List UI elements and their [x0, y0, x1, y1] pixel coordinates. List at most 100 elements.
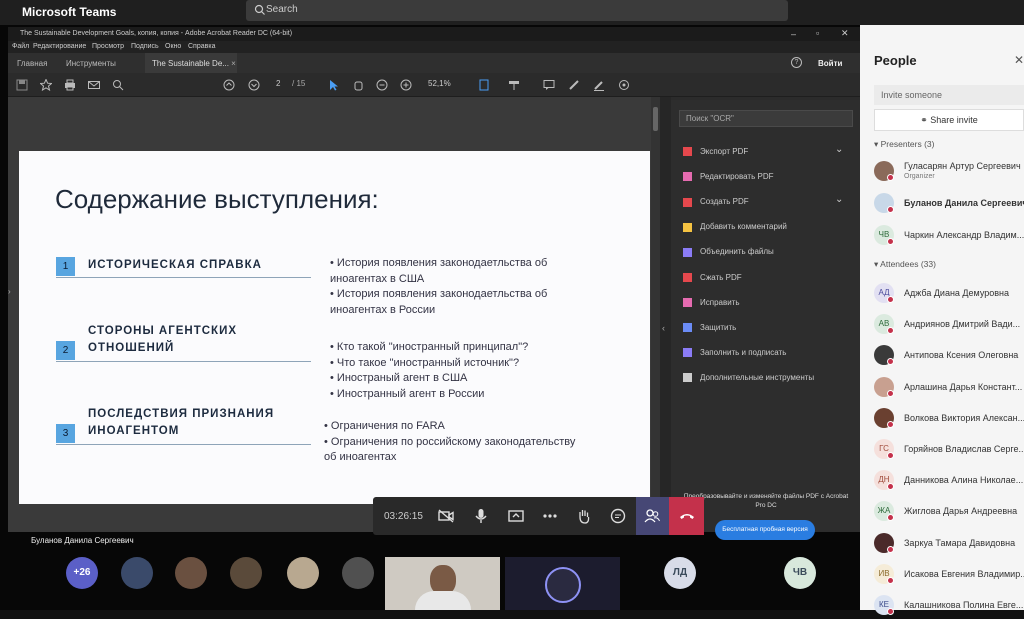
help-icon[interactable]: ?	[791, 57, 802, 68]
participant-row[interactable]: Волкова Виктория Алексан...	[874, 407, 1024, 432]
participant-row[interactable]: АВ Андриянов Дмитрий Вади...	[874, 314, 1024, 338]
tab-document-label: The Sustainable De...	[152, 59, 229, 68]
print-icon[interactable]	[64, 79, 76, 91]
menu-item-window[interactable]: Окно	[165, 43, 181, 50]
chat-icon[interactable]	[608, 506, 628, 526]
tools-search-input[interactable]: Поиск "OCR"	[679, 110, 853, 127]
more-options-icon[interactable]	[540, 506, 560, 526]
tool-item[interactable]: Заполнить и подписать	[683, 347, 787, 358]
share-screen-icon[interactable]	[506, 506, 526, 526]
free-trial-button[interactable]: Бесплатная пробная версия	[715, 520, 815, 540]
tool-item[interactable]: Редактировать PDF	[683, 172, 773, 182]
participant-row[interactable]: КЕ Калашникова Полина Евге...	[874, 595, 1024, 619]
menu-item-help[interactable]: Справка	[188, 43, 215, 50]
star-icon[interactable]	[40, 79, 52, 91]
page-number-input[interactable]: 2	[276, 79, 280, 88]
mail-icon[interactable]	[88, 79, 100, 91]
zoom-out-icon[interactable]	[376, 79, 388, 91]
tool-item[interactable]: Сжать PDF	[683, 273, 742, 282]
tool-item[interactable]: Создать PDF ⌄	[683, 194, 843, 207]
participant-row[interactable]: Буланов Данила Сергеевич	[874, 193, 1024, 217]
select-cursor-icon[interactable]	[328, 79, 340, 91]
call-timer: 03:26:15	[384, 511, 423, 522]
save-icon[interactable]	[16, 79, 28, 91]
document-viewport[interactable]: › Содержание выступления: 1 ИСТОРИЧЕСКАЯ…	[8, 97, 660, 532]
zoom-search-icon[interactable]	[112, 79, 124, 91]
presenters-group-header[interactable]: ▾ Presenters (3)	[874, 139, 935, 150]
tool-item[interactable]: Добавить комментарий	[683, 222, 787, 232]
participant-tile[interactable]	[342, 557, 374, 589]
tab-tools[interactable]: Инструменты	[66, 59, 116, 68]
microphone-icon[interactable]	[471, 506, 491, 526]
zoom-in-icon[interactable]	[400, 79, 412, 91]
tool-item[interactable]: Исправить	[683, 298, 740, 307]
raise-hand-icon[interactable]	[574, 506, 594, 526]
leave-call-button[interactable]	[669, 497, 704, 535]
hand-tool-icon[interactable]	[352, 79, 364, 91]
maximize-icon[interactable]: ▫	[816, 28, 819, 38]
page-up-icon[interactable]	[223, 79, 235, 91]
zoom-level[interactable]: 52,1%	[428, 79, 451, 88]
left-panel-toggle-icon[interactable]: ›	[8, 287, 16, 299]
tool-item[interactable]: Объединить файлы	[683, 247, 774, 257]
tool-label: Заполнить и подписать	[700, 347, 787, 357]
page-fit-icon[interactable]	[478, 79, 490, 91]
tool-label: Объединить файлы	[700, 247, 774, 257]
scrollbar[interactable]	[651, 97, 660, 532]
scrollbar-thumb[interactable]	[653, 107, 658, 131]
participant-tile[interactable]	[175, 557, 207, 589]
highlight-icon[interactable]	[593, 79, 605, 91]
participant-row[interactable]: Арлашина Дарья Констант...	[874, 376, 1024, 401]
participant-row[interactable]: Гуласарян Артур Сергеевич Organizer	[874, 161, 1024, 185]
participant-row[interactable]: Антипова Ксения Олеговна	[874, 345, 1024, 369]
participant-tile[interactable]: ЧВ	[784, 557, 816, 589]
share-invite-button[interactable]: ⚭ Share invite	[874, 109, 1024, 131]
bullet-line: • Ограничения по российскому законодател…	[324, 435, 576, 448]
menu-item-sign[interactable]: Подпись	[131, 43, 159, 50]
participant-row[interactable]: Заркуа Тамара Давидовна	[874, 532, 1024, 557]
tab-document[interactable]: The Sustainable De... ×	[145, 53, 237, 73]
participant-row[interactable]: ГС Горяйнов Владислав Серге...	[874, 439, 1024, 463]
tool-item[interactable]: Защитить	[683, 323, 736, 333]
menu-item-view[interactable]: Просмотр	[92, 43, 124, 50]
minimize-icon[interactable]: –	[791, 29, 796, 39]
participant-row[interactable]: ИВ Исакова Евгения Владимир...	[874, 563, 1024, 588]
participants-button[interactable]	[636, 497, 669, 535]
tool-item[interactable]: Дополнительные инструменты	[683, 373, 814, 383]
search-input[interactable]: Search	[246, 0, 788, 21]
video-tile[interactable]	[385, 557, 500, 610]
close-panel-icon[interactable]: ✕	[1014, 53, 1024, 67]
participant-row[interactable]: ЖА Жиглова Дарья Андреевна	[874, 501, 1024, 525]
participant-row[interactable]: ДН Данникова Алина Николае...	[874, 470, 1024, 494]
menu-item-edit[interactable]: Редактирование	[33, 43, 86, 50]
chevron-down-icon[interactable]: ⌄	[835, 194, 843, 205]
presenter-name-label: Буланов Данила Сергеевич	[31, 536, 134, 545]
app-title: Microsoft Teams	[22, 5, 117, 19]
more-participants-button[interactable]: +26	[66, 557, 98, 589]
participant-tile[interactable]: ЛД	[664, 557, 696, 589]
sign-in-button[interactable]: Войти	[818, 59, 842, 68]
participant-tile[interactable]	[121, 557, 153, 589]
page-down-icon[interactable]	[248, 79, 260, 91]
pen-icon[interactable]	[568, 79, 580, 91]
participant-row[interactable]: ЧВ Чаркин Александр Владим...	[874, 225, 1024, 249]
close-tab-icon[interactable]: ×	[231, 59, 236, 68]
tab-home[interactable]: Главная	[17, 59, 47, 68]
comment-icon[interactable]	[543, 79, 555, 91]
invite-someone-input[interactable]: Invite someone	[874, 85, 1024, 105]
menu-item-file[interactable]: Файл	[12, 43, 29, 50]
chevron-down-icon[interactable]: ⌄	[835, 144, 843, 155]
right-panel-toggle-icon[interactable]: ‹	[660, 97, 671, 532]
tool-item[interactable]: Экспорт PDF ⌄	[683, 144, 843, 157]
bullet-line: • Что такое "иностранный источник"?	[330, 356, 520, 369]
participant-role: Organizer	[904, 173, 935, 180]
participant-tile[interactable]	[287, 557, 319, 589]
close-icon[interactable]: ✕	[841, 28, 849, 39]
attendees-group-header[interactable]: ▾ Attendees (33)	[874, 259, 936, 270]
share-icon[interactable]	[618, 79, 630, 91]
participant-tile[interactable]	[230, 557, 262, 589]
participant-row[interactable]: АД Аджба Диана Демуровна	[874, 283, 1024, 307]
video-tile[interactable]	[505, 557, 620, 610]
camera-off-icon[interactable]	[436, 506, 456, 526]
scroll-mode-icon[interactable]	[508, 79, 520, 91]
